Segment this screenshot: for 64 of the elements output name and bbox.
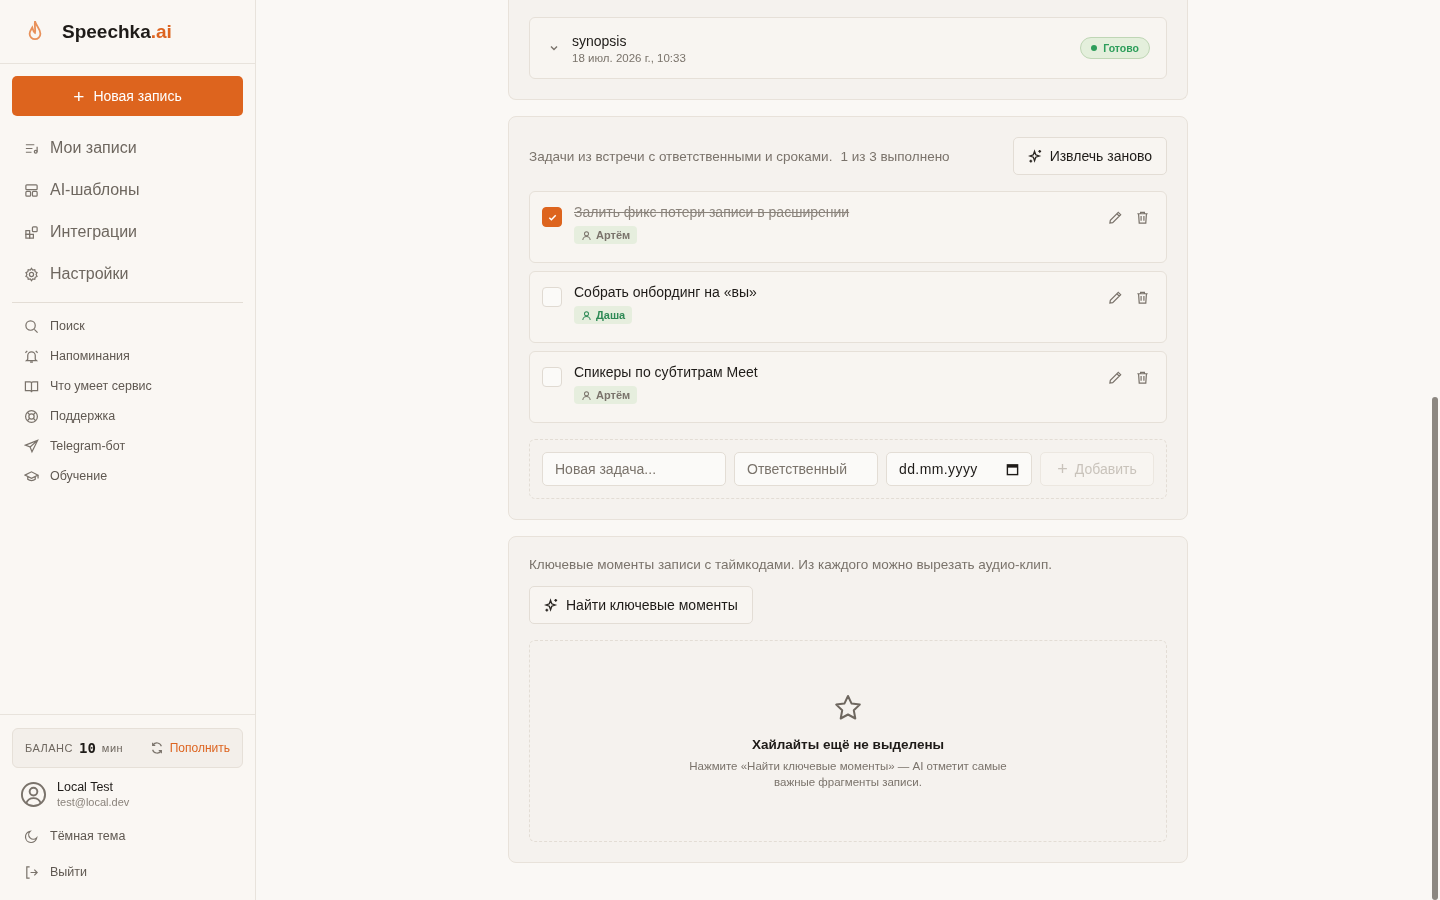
find-highlights-button[interactable]: Найти ключевые моменты [529, 586, 753, 624]
user-avatar-icon [20, 780, 47, 808]
task-text: Спикеры по субтитрам Meet [574, 364, 758, 380]
task-text: Залить фикс потери записи в расширении [574, 204, 850, 220]
balance-label: БАЛАНС [25, 742, 73, 754]
moon-icon [24, 828, 39, 844]
person-icon [581, 229, 592, 241]
sparkle-icon [544, 597, 559, 613]
sidebar-link[interactable]: Поиск [12, 311, 243, 341]
new-recording-button[interactable]: + Новая запись [12, 76, 243, 116]
logout-link[interactable]: Выйти [12, 854, 243, 890]
sidebar-link[interactable]: Обучение [12, 461, 243, 491]
empty-state-text: Нажмите «Найти ключевые моменты» — AI отметит самые важные фрагменты записи. [688, 758, 1008, 790]
status-badge: Готово [1080, 37, 1150, 59]
cap-icon [24, 468, 39, 484]
sidebar-link[interactable]: Напоминания [12, 341, 243, 371]
send-icon [24, 438, 39, 454]
book-icon [24, 378, 39, 394]
balance-unit: мин [101, 742, 124, 754]
theme-toggle[interactable]: Тёмная тема [12, 818, 243, 854]
sidebar-link[interactable]: Поддержка [12, 401, 243, 431]
trash-icon[interactable] [1135, 210, 1150, 225]
search-icon [24, 318, 39, 334]
person-icon [581, 389, 592, 401]
tasks-description: Задачи из встречи с ответственными и сроками. [529, 148, 833, 164]
report-date: 18 июл. 2026 г., 10:33 [572, 51, 687, 64]
lifebuoy-icon [24, 408, 39, 424]
person-icon [581, 309, 592, 321]
calendar-icon[interactable] [1006, 462, 1019, 476]
nav-item[interactable]: Интеграции [12, 211, 243, 253]
pencil-icon[interactable] [1108, 290, 1123, 305]
sidebar-link[interactable]: Telegram-бот [12, 431, 243, 461]
pencil-icon[interactable] [1108, 370, 1123, 385]
nav-item[interactable]: Мои записи [12, 127, 243, 169]
pencil-icon[interactable] [1108, 210, 1123, 225]
scrollbar-thumb[interactable] [1432, 397, 1438, 900]
trash-icon[interactable] [1135, 370, 1150, 385]
app-logo-text: Speechka.ai [62, 20, 172, 43]
assignee-chip: Артём [574, 226, 638, 244]
empty-state-title: Хайлайты ещё не выделены [751, 736, 945, 752]
nav-item[interactable]: AI-шаблоны [12, 169, 243, 211]
highlights-description: Ключевые моменты записи с таймкодами. Из каждого можно вырезать аудио-клип. [529, 557, 1053, 572]
nav-item[interactable]: Настройки [12, 253, 243, 295]
star-icon [833, 692, 863, 723]
re-extract-button[interactable]: Извлечь заново [1012, 137, 1167, 175]
user-name: Local Test [57, 780, 115, 794]
blocks-icon [24, 224, 39, 240]
trash-icon[interactable] [1135, 290, 1150, 305]
layout-icon [24, 182, 39, 198]
user-email: test@local.dev [57, 796, 130, 808]
bell-icon [24, 348, 39, 364]
assignee-chip: Артём [574, 386, 638, 404]
sparkle-icon [1027, 148, 1043, 164]
task-checkbox[interactable] [542, 207, 562, 227]
report-title: synopsis [572, 32, 628, 49]
balance-value: 10 [79, 740, 96, 756]
refresh-icon [149, 741, 164, 755]
assignee-chip: Даша [574, 306, 633, 324]
sidebar-link[interactable]: Что умеет сервис [12, 371, 243, 401]
gear-icon [24, 266, 39, 282]
logout-icon [24, 864, 39, 880]
completed-count-text: 1 из 3 выполнено [840, 148, 951, 164]
report-card[interactable]: synopsis 18 июл. 2026 г., 10:33 Готово [529, 17, 1167, 79]
task-text: Собрать онбординг на «вы» [574, 284, 757, 300]
